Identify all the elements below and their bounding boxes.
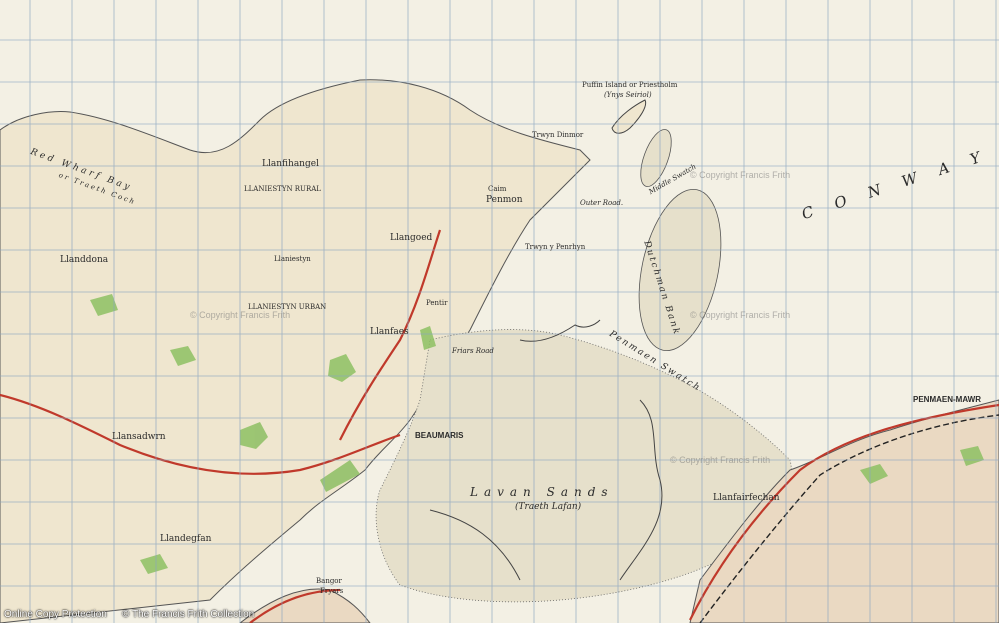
place-llansadwrn[interactable]: Llansadwrn (112, 433, 166, 442)
place-llaniestyn[interactable]: Llaniestyn (274, 256, 311, 263)
place-llaniestyn-rural: LLANIESTYN RURAL (244, 185, 321, 193)
sea-label-traeth-lafan: (Traeth Lafan) (515, 502, 582, 512)
place-trwyn-dinmor[interactable]: Trwyn Dinmor (532, 132, 583, 139)
place-bangor[interactable]: Bangor (316, 578, 342, 585)
footer-copyright-text: © The Francis Frith Collection (122, 609, 255, 620)
place-llandegfan[interactable]: Llandegfan (160, 535, 211, 544)
place-trwyn-y-penrhyn[interactable]: Trwyn y Penrhyn (525, 244, 585, 251)
place-llanfaes[interactable]: Llanfaes (370, 328, 409, 337)
place-llanddona[interactable]: Llanddona (60, 256, 108, 265)
place-llangoed[interactable]: Llangoed (390, 234, 432, 243)
copyright-watermark: © Copyright Francis Frith (690, 310, 791, 320)
place-friars-road: Friars Road (452, 347, 494, 355)
place-puffin-island[interactable]: Puffin Island or Priestholm (582, 82, 677, 89)
copyright-watermark: © Copyright Francis Frith (190, 310, 291, 320)
place-beaumaris[interactable]: BEAUMARIS (415, 432, 463, 440)
map-base (0, 0, 999, 623)
footer-protection-text: Online Copy Protection (4, 609, 107, 620)
place-ynys-seiriol: (Ynys Seiriol) (604, 91, 652, 99)
place-caim[interactable]: Caim (488, 186, 506, 193)
place-penmaen-mawr[interactable]: PENMAEN-MAWR (913, 396, 981, 404)
map-canvas[interactable]: C O N W A Y Lavan Sands (Traeth Lafan) D… (0, 0, 999, 623)
place-pentir[interactable]: Pentir (426, 300, 447, 307)
sea-label-lavan-sands: Lavan Sands (470, 485, 614, 499)
place-penmon[interactable]: Penmon (486, 196, 523, 205)
place-llanfairfechan[interactable]: Llanfairfechan (713, 494, 780, 503)
copyright-watermark: © Copyright Francis Frith (690, 170, 791, 180)
copyright-watermark: © Copyright Francis Frith (670, 455, 771, 465)
sea-label-outer-road: Outer Road. (580, 199, 624, 207)
place-llanfihangel[interactable]: Llanfihangel (262, 160, 319, 169)
place-fryars: Fryars (320, 587, 344, 595)
